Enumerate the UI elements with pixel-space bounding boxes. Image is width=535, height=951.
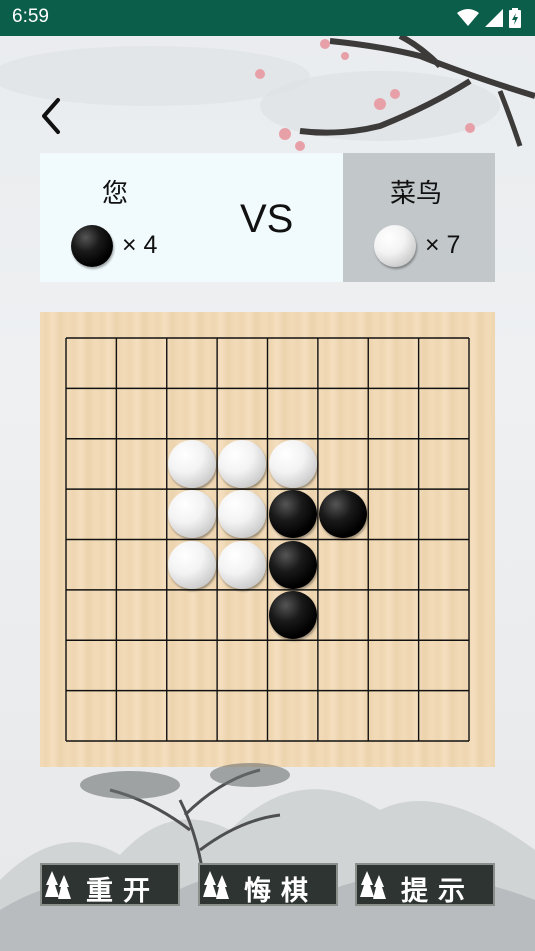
wifi-icon: [457, 9, 479, 26]
opponent-stone-count: × 7: [425, 231, 461, 259]
status-icons: [457, 8, 521, 28]
status-time: 6:59: [12, 6, 49, 27]
chevron-left-icon: [42, 98, 60, 134]
black-stone: [268, 591, 317, 640]
signal-icon: [485, 9, 503, 27]
pine-trees-icon: [360, 871, 386, 899]
white-stone: [268, 439, 317, 488]
black-stone: [268, 540, 317, 589]
pine-trees-icon: [45, 871, 71, 899]
restart-label: 重开: [86, 876, 160, 907]
white-stone: [167, 490, 216, 539]
hint-label: 提示: [401, 876, 475, 907]
white-stone-icon: [374, 225, 416, 267]
score-panel: 您 × 4 VS 菜鸟 × 7: [40, 153, 495, 282]
vs-label: VS: [240, 197, 294, 241]
white-stone: [218, 439, 267, 488]
game-board[interactable]: [40, 312, 495, 767]
black-stone-icon: [71, 225, 113, 267]
opponent-name: 菜鸟: [390, 179, 443, 209]
plum-branch-decoration: [0, 36, 535, 151]
white-stone: [167, 439, 216, 488]
restart-button[interactable]: 重开: [40, 863, 180, 907]
undo-button[interactable]: 悔棋: [198, 863, 338, 907]
undo-label: 悔棋: [244, 876, 318, 907]
board-grid[interactable]: [65, 337, 470, 742]
pine-trees-icon: [203, 871, 229, 899]
status-bar: 6:59: [0, 0, 535, 36]
hint-button[interactable]: 提示: [355, 863, 495, 907]
player-stone-count: × 4: [122, 231, 158, 259]
back-button[interactable]: [36, 96, 66, 136]
white-stone: [167, 540, 216, 589]
opponent-panel: 菜鸟 × 7: [343, 153, 495, 282]
battery-icon: [509, 8, 521, 28]
player-name: 您: [102, 179, 129, 209]
player-panel: 您 × 4 VS: [40, 153, 343, 282]
ink-landscape-decoration: [0, 763, 535, 951]
white-stone: [218, 540, 267, 589]
black-stone: [268, 490, 317, 539]
action-buttons: 重开 悔棋 提示: [40, 863, 495, 907]
